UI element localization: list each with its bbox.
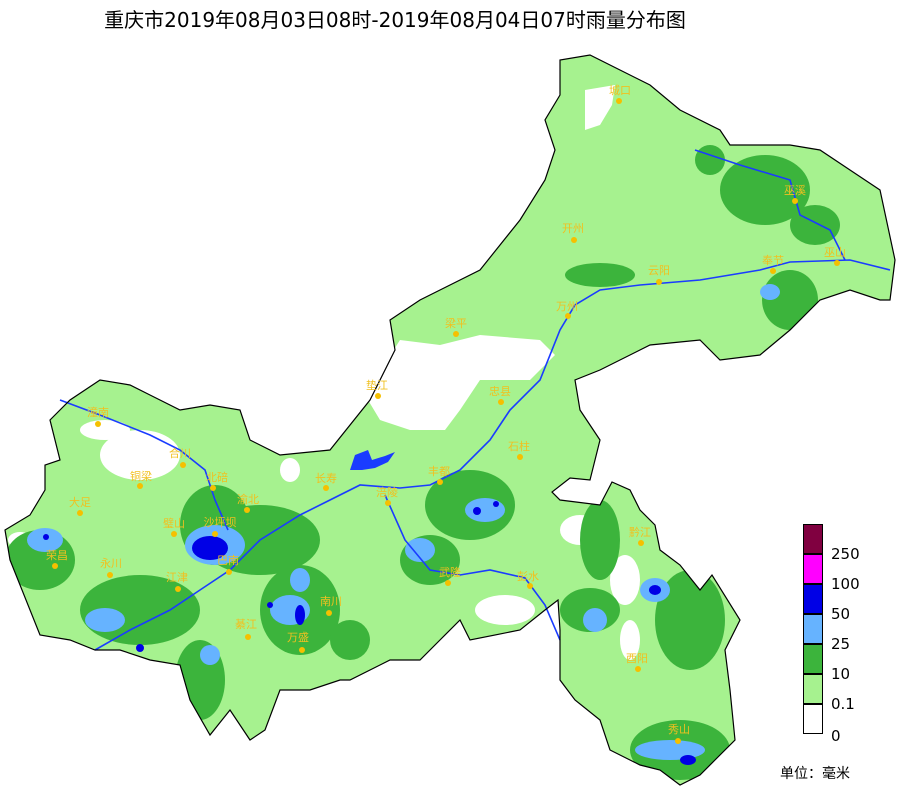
city-dot — [212, 531, 218, 537]
city-label: 忠县 — [489, 385, 511, 398]
city-dot — [244, 507, 250, 513]
city-label: 彭水 — [517, 570, 539, 583]
city-label: 万州 — [556, 300, 578, 313]
city-label: 荣昌 — [46, 549, 68, 562]
city-label: 潼南 — [87, 406, 109, 419]
city-dot — [226, 569, 232, 575]
city-dot — [326, 610, 332, 616]
legend-label: 100 — [831, 575, 860, 593]
city-dot — [210, 485, 216, 491]
city-dot — [571, 237, 577, 243]
city-label: 奉节 — [762, 254, 784, 267]
city-dot — [834, 260, 840, 266]
city-label: 巴南 — [217, 554, 239, 567]
city-dot — [437, 479, 443, 485]
city-dot — [770, 268, 776, 274]
legend-swatch-250 — [803, 524, 823, 554]
legend-swatch-0 — [803, 704, 823, 734]
map-title: 重庆市2019年08月03日08时-2019年08月04日07时雨量分布图 — [104, 8, 686, 32]
city-dot — [517, 454, 523, 460]
rainfall-map — [4, 54, 896, 786]
city-dot — [180, 462, 186, 468]
city-dot — [171, 531, 177, 537]
city-label: 大足 — [69, 496, 91, 509]
city-dot — [453, 331, 459, 337]
city-label: 南川 — [320, 595, 342, 608]
city-dot — [77, 510, 83, 516]
city-label: 秀山 — [668, 723, 690, 736]
city-label: 黔江 — [629, 526, 651, 539]
city-label: 丰都 — [428, 465, 450, 478]
city-dot — [375, 393, 381, 399]
city-label: 长寿 — [315, 472, 337, 485]
city-label: 石柱 — [508, 440, 530, 453]
city-dot — [52, 563, 58, 569]
city-dot — [385, 500, 391, 506]
legend-label: 0.1 — [831, 695, 855, 713]
legend-swatch-0.1 — [803, 674, 823, 704]
rain-fill — [5, 55, 895, 785]
city-label: 开州 — [562, 222, 584, 235]
city-label: 渝北 — [237, 493, 259, 506]
legend-label: 50 — [831, 605, 851, 623]
city-label: 武隆 — [439, 566, 461, 579]
legend-label: 25 — [831, 635, 851, 653]
city-label: 梁平 — [445, 317, 467, 330]
city-label: 涪陵 — [376, 486, 398, 499]
city-label: 铜梁 — [130, 470, 152, 483]
city-label: 璧山 — [163, 517, 185, 530]
city-dot — [638, 540, 644, 546]
city-label: 巫山 — [824, 246, 846, 259]
city-dot — [107, 572, 113, 578]
city-dot — [675, 738, 681, 744]
city-dot — [635, 666, 641, 672]
city-label: 酉阳 — [626, 652, 648, 665]
city-label: 垫江 — [366, 379, 388, 392]
city-dot — [95, 421, 101, 427]
city-dot — [656, 279, 662, 285]
city-dot — [245, 634, 251, 640]
unit-label: 单位：毫米 — [780, 766, 850, 782]
city-dot — [299, 647, 305, 653]
legend-swatch-25 — [803, 614, 823, 644]
legend-swatch-50 — [803, 584, 823, 614]
city-label: 江津 — [166, 571, 188, 584]
legend-label: 0 — [831, 727, 841, 745]
legend-swatch-100 — [803, 554, 823, 584]
city-dot — [175, 586, 181, 592]
city-dot — [792, 198, 798, 204]
legend-label: 250 — [831, 545, 860, 563]
city-label: 沙坪坝 — [203, 516, 237, 529]
city-dot — [616, 98, 622, 104]
city-label: 合川 — [169, 447, 191, 460]
city-label: 綦江 — [235, 618, 257, 631]
city-label: 永川 — [100, 557, 122, 570]
city-label: 城口 — [609, 84, 631, 97]
city-label: 北碚 — [206, 471, 228, 484]
city-label: 万盛 — [287, 631, 309, 644]
city-label: 巫溪 — [784, 184, 806, 197]
legend-swatch-10 — [803, 644, 823, 674]
city-label: 云阳 — [648, 264, 670, 277]
city-dot — [445, 580, 451, 586]
city-dot — [498, 399, 504, 405]
legend-label: 10 — [831, 665, 851, 683]
